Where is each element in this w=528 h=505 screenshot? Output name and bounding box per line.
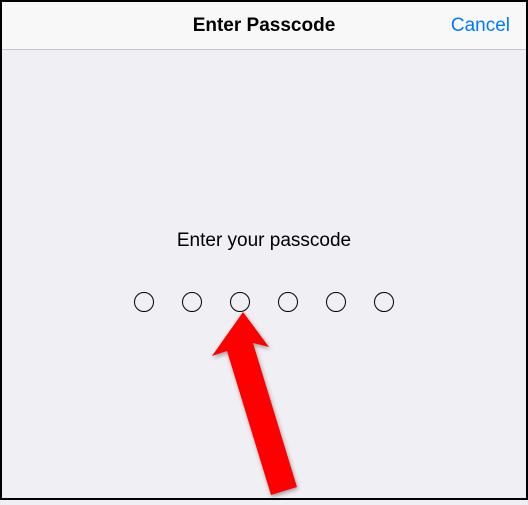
passcode-dot-2 [182,292,202,312]
passcode-dot-5 [326,292,346,312]
passcode-prompt: Enter your passcode [177,230,351,252]
passcode-dot-1 [134,292,154,312]
content-area: Enter your passcode [2,50,526,312]
annotation-arrow-icon [195,305,325,505]
passcode-dot-3 [230,292,250,312]
cancel-button[interactable]: Cancel [451,15,510,37]
passcode-dot-6 [374,292,394,312]
navigation-bar: Enter Passcode Cancel [2,2,526,50]
passcode-dot-4 [278,292,298,312]
page-title: Enter Passcode [193,15,336,37]
passcode-input[interactable] [134,292,394,312]
